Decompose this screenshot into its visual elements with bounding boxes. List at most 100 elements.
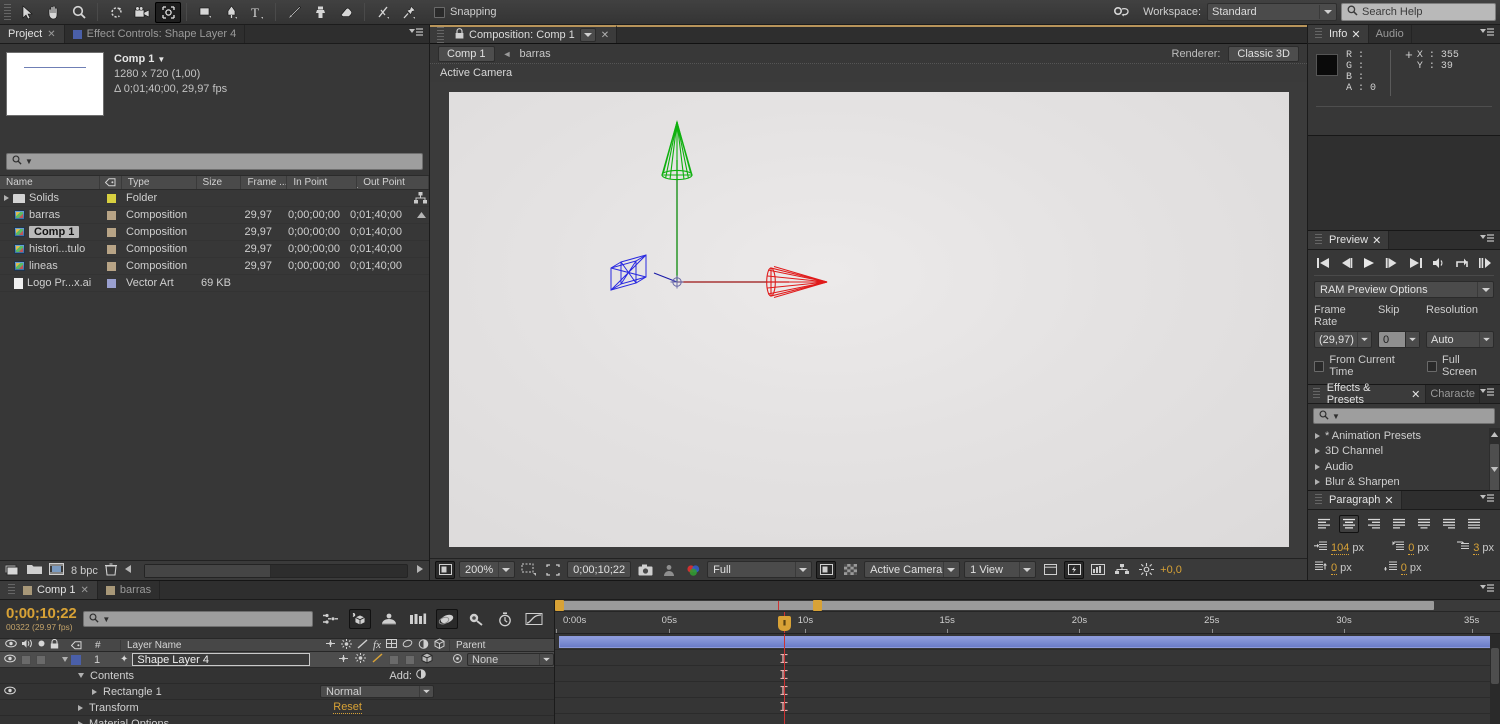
table-row[interactable]: Material Options bbox=[0, 716, 554, 724]
tab-info[interactable]: Info ✕ bbox=[1308, 25, 1369, 43]
list-item[interactable]: barras Composition 29,97 0;00;00;00 0;01… bbox=[0, 207, 429, 224]
frame-rate-select[interactable]: (29,97) bbox=[1314, 331, 1372, 348]
loop-options-icon[interactable] bbox=[1478, 257, 1492, 269]
eye-icon[interactable] bbox=[4, 686, 16, 698]
blend-mode-select[interactable]: Normal bbox=[320, 685, 434, 698]
item-tag-cell[interactable] bbox=[100, 227, 122, 237]
lock-icon[interactable] bbox=[455, 28, 464, 42]
sync-settings-icon[interactable] bbox=[1109, 2, 1135, 23]
tab-effect-controls[interactable]: Effect Controls: Shape Layer 4 bbox=[64, 25, 246, 43]
lock-icon[interactable] bbox=[50, 638, 59, 652]
close-icon[interactable]: ✕ bbox=[1384, 494, 1393, 507]
table-row[interactable]: Rectangle 1 Normal bbox=[0, 684, 554, 700]
threed-layer-icon[interactable] bbox=[421, 652, 433, 667]
justify-last-left-icon[interactable] bbox=[1389, 515, 1409, 533]
composition-canvas[interactable] bbox=[448, 92, 1289, 547]
column-label-tag[interactable] bbox=[100, 176, 122, 189]
ram-preview-icon[interactable] bbox=[1455, 257, 1469, 269]
eye-icon[interactable] bbox=[4, 654, 16, 666]
transparency-grid-icon[interactable] bbox=[840, 561, 860, 579]
expand-triangle-icon[interactable] bbox=[1315, 448, 1320, 455]
expand-triangle-icon[interactable] bbox=[62, 657, 68, 662]
project-settings-icon[interactable] bbox=[49, 563, 64, 578]
indent-right-field[interactable]: 0 px bbox=[1391, 541, 1429, 555]
new-composition-icon[interactable] bbox=[4, 563, 20, 579]
from-current-time-checkbox[interactable] bbox=[1314, 360, 1325, 372]
track-row[interactable] bbox=[555, 666, 1500, 682]
track-row[interactable] bbox=[555, 650, 1500, 666]
fast-previews-icon[interactable] bbox=[1064, 560, 1085, 579]
clone-stamp-tool-icon[interactable] bbox=[307, 2, 333, 23]
track-row[interactable] bbox=[555, 698, 1500, 714]
list-item[interactable]: * Animation Presets bbox=[1308, 428, 1500, 444]
parent-select[interactable]: None bbox=[467, 653, 554, 666]
item-tag-cell[interactable] bbox=[100, 210, 122, 220]
panel-menu-icon[interactable] bbox=[1480, 27, 1494, 41]
panel-menu-icon[interactable] bbox=[409, 27, 423, 41]
current-time-indicator[interactable] bbox=[777, 612, 791, 633]
full-screen-checkbox[interactable] bbox=[1426, 360, 1438, 372]
motion-blur-switch-icon[interactable] bbox=[402, 639, 413, 651]
layer-label-swatch[interactable] bbox=[71, 654, 81, 665]
chevron-down-icon[interactable]: ▼ bbox=[1332, 412, 1340, 421]
play-icon[interactable] bbox=[1362, 257, 1376, 269]
ram-preview-options-select[interactable]: RAM Preview Options bbox=[1314, 281, 1494, 298]
current-time-field[interactable]: 0;00;10;22 bbox=[567, 561, 632, 578]
track-row[interactable] bbox=[555, 634, 1500, 650]
brush-tool-icon[interactable] bbox=[281, 2, 307, 23]
table-row[interactable]: Transform Reset bbox=[0, 700, 554, 716]
parent-pickwhip-icon[interactable] bbox=[452, 653, 463, 667]
panel-menu-icon[interactable] bbox=[1480, 583, 1494, 597]
list-item[interactable]: 3D Channel bbox=[1308, 444, 1500, 460]
workspace-select[interactable]: Standard bbox=[1207, 3, 1337, 21]
parent-column-header[interactable]: Parent bbox=[449, 639, 554, 651]
transform-reset-button[interactable]: Reset bbox=[333, 701, 362, 714]
list-item[interactable]: lineas Composition 29,97 0;00;00;00 0;01… bbox=[0, 258, 429, 275]
item-tag-cell[interactable] bbox=[100, 278, 122, 288]
expand-triangle-icon[interactable] bbox=[1315, 463, 1320, 470]
chevron-down-icon[interactable]: ▼ bbox=[102, 615, 110, 624]
expand-triangle-icon[interactable] bbox=[78, 673, 84, 678]
align-left-icon[interactable] bbox=[1314, 515, 1334, 533]
scrollbar-thumb[interactable] bbox=[144, 564, 271, 577]
scroll-right-arrow-icon[interactable] bbox=[415, 564, 424, 577]
pan-behind-tool-icon[interactable] bbox=[155, 1, 181, 23]
list-item[interactable]: Comp 1 Composition 29,97 0;00;00;00 0;01… bbox=[0, 224, 429, 241]
audio-preview-icon[interactable] bbox=[1432, 257, 1446, 269]
tab-grip[interactable] bbox=[1315, 494, 1322, 506]
breadcrumb-parent[interactable]: barras bbox=[519, 48, 550, 60]
delete-icon[interactable] bbox=[104, 562, 117, 579]
toolbar-grip[interactable] bbox=[4, 3, 11, 21]
zoom-tool-icon[interactable] bbox=[66, 2, 92, 23]
tab-character[interactable]: Characte bbox=[1426, 385, 1480, 403]
work-area-bar[interactable] bbox=[561, 601, 1434, 610]
panel-menu-icon[interactable] bbox=[1480, 493, 1494, 507]
chevron-down-icon[interactable]: ▼ bbox=[25, 157, 33, 166]
scrollbar-thumb[interactable] bbox=[1491, 648, 1499, 684]
justify-last-right-icon[interactable] bbox=[1439, 515, 1459, 533]
align-center-icon[interactable] bbox=[1339, 515, 1359, 533]
column-frame-rate[interactable]: Frame ... bbox=[241, 176, 288, 189]
list-item[interactable]: histori...tulo Composition 29,97 0;00;00… bbox=[0, 241, 429, 258]
effects-category-list[interactable]: * Animation Presets 3D Channel Audio Blu… bbox=[1308, 428, 1500, 490]
scroll-up-arrow-icon[interactable] bbox=[1490, 429, 1499, 441]
puppet-pin-tool-icon[interactable] bbox=[396, 2, 422, 23]
column-type[interactable]: Type bbox=[122, 176, 197, 189]
add-icon[interactable] bbox=[416, 669, 426, 682]
roto-brush-tool-icon[interactable] bbox=[370, 2, 396, 23]
comp-flowchart-icon[interactable] bbox=[1112, 561, 1132, 579]
collapse-switch-icon[interactable] bbox=[354, 653, 366, 666]
tab-grip[interactable] bbox=[1315, 28, 1322, 40]
hand-tool-icon[interactable] bbox=[40, 2, 66, 23]
zoom-level-select[interactable]: 200% bbox=[459, 561, 516, 578]
solo-toggle[interactable] bbox=[36, 654, 46, 665]
first-frame-icon[interactable] bbox=[1316, 257, 1330, 269]
auto-keyframe-icon[interactable] bbox=[494, 609, 516, 629]
indent-left-field[interactable]: 104 px bbox=[1314, 541, 1364, 555]
list-item[interactable]: Solids Folder bbox=[0, 190, 429, 207]
timeline-track-area[interactable] bbox=[555, 634, 1500, 724]
column-out-point[interactable]: Out Point bbox=[357, 176, 430, 189]
tab-audio[interactable]: Audio bbox=[1368, 25, 1412, 43]
graph-curve-icon[interactable] bbox=[523, 609, 545, 629]
list-item[interactable]: Logo Pr...x.ai Vector Art 69 KB bbox=[0, 275, 429, 292]
